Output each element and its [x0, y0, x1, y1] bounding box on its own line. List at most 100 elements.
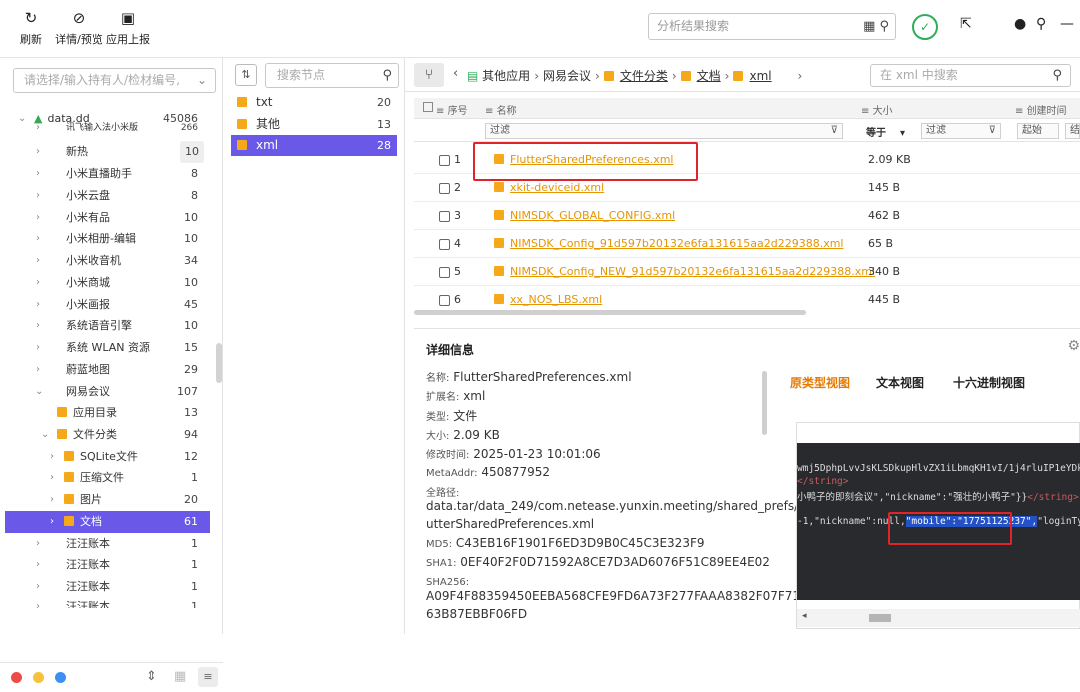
tree-item[interactable]: › 小米有品 10	[0, 207, 210, 229]
app-report-button[interactable]: ▣ 应用上报	[104, 8, 152, 47]
tree-item[interactable]: › 系统语音引擎 10	[0, 315, 210, 337]
tree-item-file-category[interactable]: ⌄ 文件分类 94	[0, 424, 210, 446]
xml-search-input[interactable]: 在 xml 中搜索 ⚲	[870, 64, 1071, 87]
tree-item-label: 讯飞输入法小米版	[66, 123, 139, 133]
tree-item[interactable]: › 汪汪账本 1	[0, 533, 210, 555]
end-date-input[interactable]: 结	[1065, 123, 1080, 139]
search-icon[interactable]: ▦ ⚲	[863, 14, 889, 39]
row-checkbox[interactable]	[439, 155, 450, 166]
grid-view-icon[interactable]: ▦	[174, 669, 186, 684]
breadcrumb-item[interactable]: 网易会议	[543, 69, 591, 83]
analysis-search-input[interactable]: 分析结果搜索 ▦ ⚲	[648, 13, 896, 40]
code-line: 小鸭子的即刻会议","nickname":"强壮的小鸭子"}}</string>	[797, 492, 1079, 503]
forward-icon[interactable]: ›	[797, 69, 802, 83]
breadcrumb-item[interactable]: 文档	[697, 69, 721, 83]
grid-scrollbar[interactable]	[414, 310, 806, 315]
prop-path: data.tar/data_249/com.netease.yunxin.mee…	[426, 499, 809, 513]
table-row[interactable]: 5 NIMSDK_Config_NEW_91d597b20132e6fa1316…	[414, 258, 1080, 286]
refresh-button[interactable]: ↻ 刷新	[14, 8, 48, 47]
branch-icon[interactable]: ⑂	[414, 63, 444, 87]
breadcrumb-item[interactable]: 文件分类	[620, 69, 668, 83]
node-item-other[interactable]: 其他 13	[231, 114, 397, 135]
tree-item[interactable]: › 汪汪账本 1	[0, 598, 210, 608]
minimize-icon[interactable]: —	[1060, 16, 1074, 32]
detail-preview-label: 详情/预览	[55, 33, 103, 46]
tree-scrollbar[interactable]	[216, 343, 222, 383]
chevron-right-icon: ›	[36, 122, 40, 133]
tree-item-label: 小米相册-编辑	[66, 232, 136, 245]
column-name[interactable]: ≡ 名称	[485, 102, 517, 117]
sort-icon[interactable]: ⇅	[235, 64, 257, 86]
gear-icon[interactable]: ⚙	[1067, 338, 1080, 354]
folder-icon	[64, 451, 74, 461]
column-size[interactable]: ≡ 大小	[861, 102, 893, 117]
user-icon[interactable]: ●	[1014, 16, 1026, 32]
row-checkbox[interactable]	[439, 267, 450, 278]
list-view-icon[interactable]: ≡	[198, 667, 218, 687]
tree-item[interactable]: › 小米收音机 34	[0, 250, 210, 272]
tab-raw-view[interactable]: 原类型视图	[790, 374, 850, 391]
size-operator-select[interactable]: 等于 ▾	[866, 124, 905, 139]
chevron-right-icon: ›	[36, 233, 40, 244]
tab-hex-view[interactable]: 十六进制视图	[953, 374, 1025, 391]
tree-item[interactable]: › SQLite文件 12	[0, 446, 210, 468]
node-search-input[interactable]: 搜索节点 ⚲	[265, 63, 399, 88]
yellow-dot-icon[interactable]	[33, 672, 44, 683]
blue-dot-icon[interactable]	[55, 672, 66, 683]
tree-item-documents[interactable]: › 文档 61	[5, 511, 210, 533]
tree-item[interactable]: › 小米相册-编辑 10	[0, 228, 210, 250]
size-filter-input[interactable]: 过滤 ⊽	[921, 123, 1001, 139]
tree-item[interactable]: › 压缩文件 1	[0, 467, 210, 489]
node-item-label: txt	[256, 95, 273, 109]
table-row[interactable]: 3 NIMSDK_GLOBAL_CONFIG.xml 462 B	[414, 202, 1080, 230]
code-scrollbar[interactable]: ◂	[797, 609, 1080, 627]
row-checkbox[interactable]	[439, 211, 450, 222]
tree-item[interactable]: › 汪汪账本 1	[0, 576, 210, 598]
pin-icon[interactable]: ⚲	[1036, 16, 1046, 32]
detail-scrollbar[interactable]	[762, 371, 767, 435]
holder-select[interactable]: 请选择/输入持有人/检材编号, ⌄	[13, 68, 216, 93]
export-icon[interactable]: ⇱	[960, 16, 972, 32]
prop-metaaddr: MetaAddr: 450877952	[426, 465, 551, 479]
row-checkbox[interactable]	[439, 295, 450, 306]
file-link[interactable]: NIMSDK_Config_91d597b20132e6fa131615aa2d…	[494, 230, 843, 258]
tree-item[interactable]: › 小米直播助手 8	[0, 163, 210, 185]
tab-text-view[interactable]: 文本视图	[876, 374, 924, 391]
tree-item[interactable]: › 小米商城 10	[0, 272, 210, 294]
tree-item[interactable]: › 汪汪账本 1	[0, 554, 210, 576]
file-link[interactable]: NIMSDK_Config_NEW_91d597b20132e6fa131615…	[494, 258, 875, 286]
row-checkbox[interactable]	[439, 239, 450, 250]
table-row[interactable]: 4 NIMSDK_Config_91d597b20132e6fa131615aa…	[414, 230, 1080, 258]
breadcrumb: ▤ 其他应用 › 网易会议 › 文件分类 › 文档 › xml ›	[467, 69, 803, 83]
refresh-label: 刷新	[20, 33, 42, 46]
node-item-xml[interactable]: xml 28	[231, 135, 397, 156]
detail-preview-button[interactable]: ⊘ 详情/预览	[54, 8, 104, 47]
row-size: 145 B	[868, 181, 901, 194]
tree-item[interactable]: › 图片 20	[0, 489, 210, 511]
tree-item[interactable]: › 蔚蓝地图 29	[0, 359, 210, 381]
node-item-count: 28	[377, 139, 391, 152]
breadcrumb-item[interactable]: 其他应用	[482, 69, 530, 83]
collapse-icon[interactable]: ⇕	[146, 669, 157, 684]
back-icon[interactable]: ‹	[453, 66, 458, 81]
row-checkbox[interactable]	[439, 183, 450, 194]
column-created[interactable]: ≡ 创建时间	[1015, 102, 1067, 117]
name-filter-input[interactable]: 过滤 ⊽	[485, 123, 843, 139]
node-item-txt[interactable]: txt 20	[231, 92, 397, 113]
file-link[interactable]: NIMSDK_GLOBAL_CONFIG.xml	[494, 202, 675, 230]
tree-item-netease-meeting[interactable]: ⌄ 网易会议 107	[0, 381, 210, 403]
tree-item-label: 新热	[66, 145, 88, 158]
tree-item[interactable]: › 系统 WLAN 资源 15	[0, 337, 210, 359]
select-all-checkbox[interactable]	[423, 102, 433, 112]
red-dot-icon[interactable]	[11, 672, 22, 683]
tree-item[interactable]: › 新热 10	[0, 141, 210, 163]
column-index[interactable]: ≡ 序号	[436, 102, 468, 117]
breadcrumb-item[interactable]: xml	[749, 69, 771, 83]
tree-item[interactable]: › 小米画报 45	[0, 294, 210, 316]
tree-item[interactable]: › 讯飞输入法小米版 266	[0, 121, 210, 135]
shield-check-icon[interactable]: ✓	[912, 14, 938, 40]
chevron-right-icon: ›	[36, 320, 40, 331]
tree-item[interactable]: 应用目录 13	[0, 402, 210, 424]
tree-item[interactable]: › 小米云盘 8	[0, 185, 210, 207]
start-date-input[interactable]: 起始	[1017, 123, 1059, 139]
